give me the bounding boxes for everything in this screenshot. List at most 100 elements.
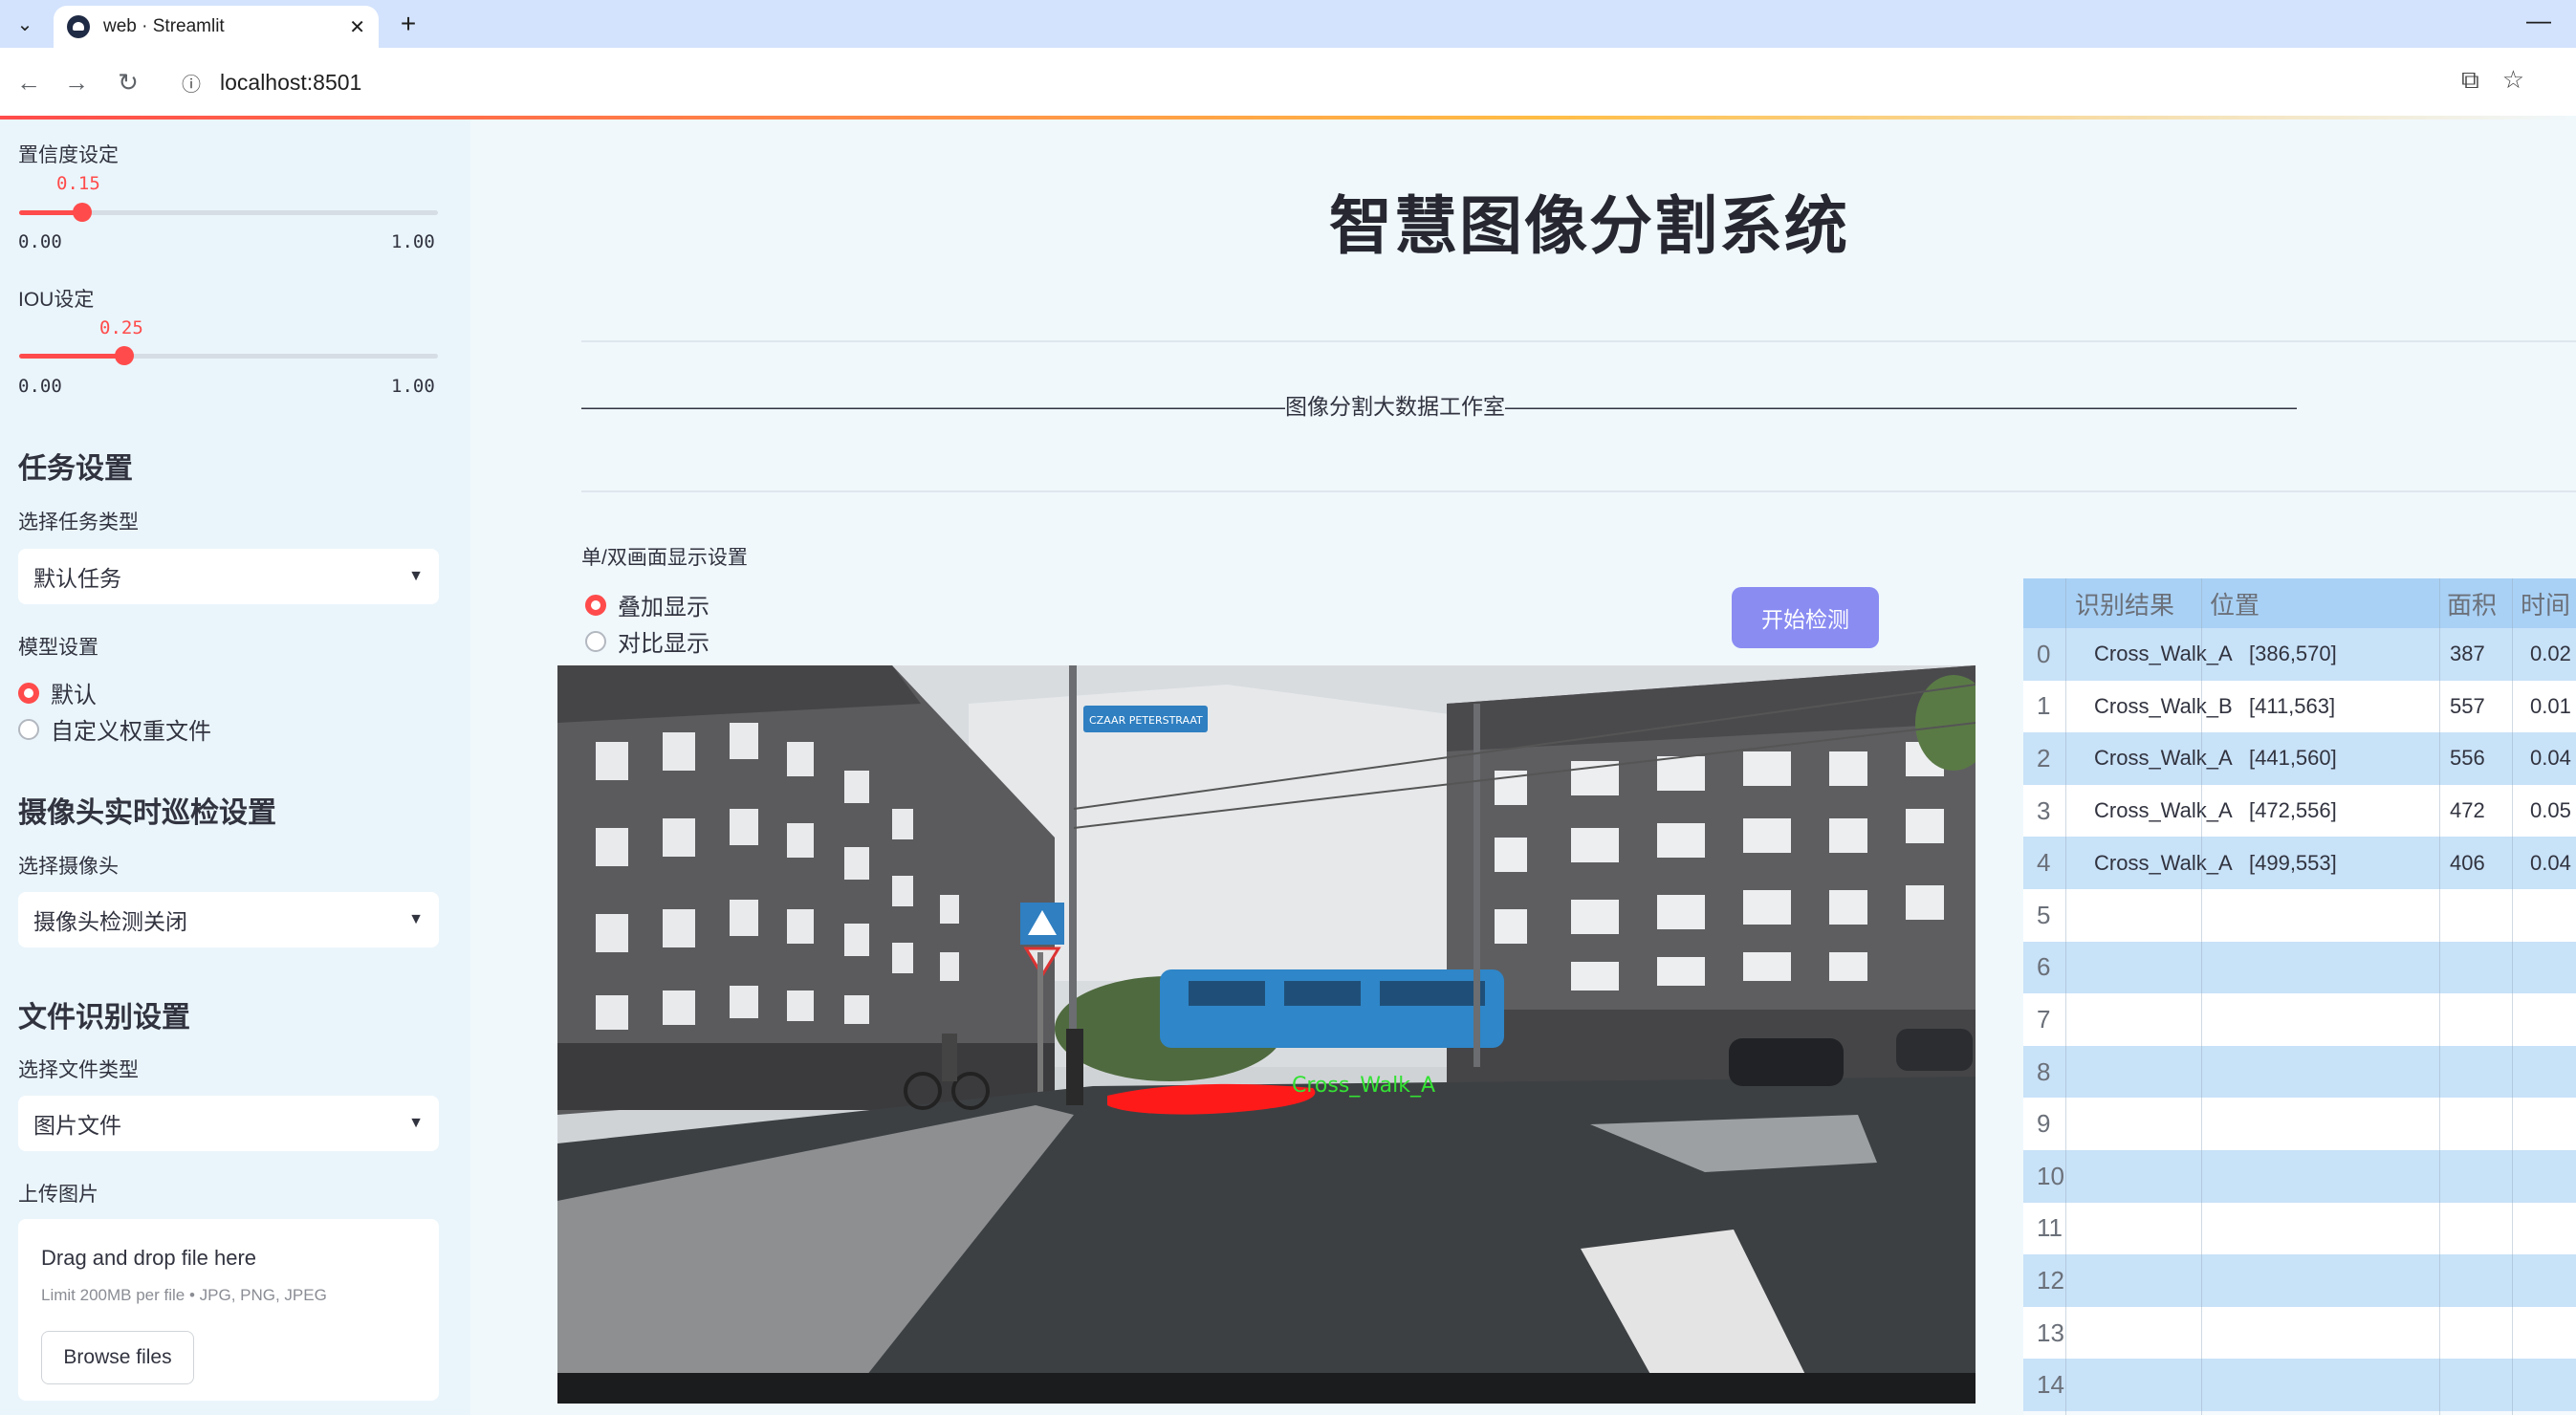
iou-label: IOU设定 [18,289,95,311]
chevron-down-icon: ▼ [408,568,424,584]
table-row[interactable]: 2 Cross_Walk_A [441,560] 556 0.04 [2023,732,2576,785]
row-index: 5 [2037,900,2051,929]
street-scene-svg: CZAAR PETERSTRAAT Cross_Walk_A [557,665,1976,1404]
camera-section-title: 摄像头实时巡检设置 [18,797,276,829]
table-row[interactable]: 13 [2023,1306,2576,1360]
site-info-icon[interactable]: ⓘ [172,63,210,101]
column-divider [2512,578,2513,1415]
results-table[interactable]: 识别结果 位置 面积 时间 0 Cross_Walk_A [386,570] 387 0… [2023,578,2576,1415]
table-row[interactable]: 11 [2023,1202,2576,1255]
url-text[interactable]: localhost:8501 [220,70,361,96]
header-position[interactable]: 位置 [2210,578,2259,628]
back-arrow-icon[interactable]: ← [11,65,46,99]
radio-selected-icon[interactable] [585,594,606,616]
radio-unselected-icon[interactable] [585,630,606,652]
radio-unselected-icon[interactable] [18,718,39,740]
start-detection-button[interactable]: 开始检测 [1732,587,1879,648]
model-label: 模型设置 [18,637,98,659]
cell-position: [411,563] [2249,693,2336,718]
cell-result: Cross_Walk_A [2094,850,2233,875]
table-row[interactable]: 12 [2023,1254,2576,1307]
upload-limit: Limit 200MB per file • JPG, PNG, JPEG [41,1286,327,1304]
file-uploader-dropzone[interactable]: Drag and drop file here Limit 200MB per … [18,1219,439,1401]
cell-area: 406 [2450,850,2485,875]
row-index: 9 [2037,1109,2051,1139]
reload-icon[interactable]: ↻ [111,65,145,99]
iou-slider-fill [19,354,124,359]
cell-time: 0.04 [2530,746,2571,771]
display-mode-label: 单/双画面显示设置 [581,547,748,569]
table-row[interactable]: 10 [2023,1150,2576,1203]
forward-arrow-icon[interactable]: → [59,65,94,99]
row-index: 1 [2037,691,2051,721]
header-result[interactable]: 识别结果 [2075,578,2174,628]
cell-time: 0.04 [2530,850,2571,875]
cell-result: Cross_Walk_B [2094,693,2233,718]
browser-tab-strip: ⌄ web · Streamlit ✕ + — [0,0,2576,48]
translate-icon[interactable]: ⧉ [2461,65,2479,96]
camera-select[interactable]: 摄像头检测关闭 ▼ [18,892,439,947]
table-row[interactable]: 0 Cross_Walk_A [386,570] 387 0.02 [2023,628,2576,681]
cell-result: Cross_Walk_A [2094,746,2233,771]
header-time[interactable]: 时间 [2521,578,2570,628]
window-minimize-icon[interactable]: — [2526,6,2551,35]
display-option-overlay: 叠加显示 [618,595,709,620]
table-row[interactable]: 4 Cross_Walk_A [499,553] 406 0.04 [2023,837,2576,889]
chevron-down-icon: ▼ [408,911,424,927]
cell-position: [386,570] [2249,642,2337,666]
page-title: 智慧图像分割系统 [1329,190,1849,261]
cell-time: 0.05 [2530,798,2571,823]
file-type-select[interactable]: 图片文件 ▼ [18,1096,439,1151]
tab-search-chevron-icon[interactable]: ⌄ [10,8,40,40]
radio-selected-icon[interactable] [18,682,39,704]
iou-slider[interactable] [19,346,438,365]
results-table-header: 识别结果 位置 面积 时间 [2023,578,2576,628]
header-area[interactable]: 面积 [2447,578,2497,628]
cell-time: 0.01 [2530,693,2571,718]
confidence-slider[interactable] [19,203,438,222]
upload-title: Drag and drop file here [41,1246,257,1270]
model-radio-default[interactable]: 默认 [18,676,97,709]
confidence-max: 1.00 [391,231,435,252]
confidence-label: 置信度设定 [18,144,119,166]
row-index: 4 [2037,848,2051,878]
task-type-select[interactable]: 默认任务 ▼ [18,549,439,604]
model-radio-custom[interactable]: 自定义权重文件 [18,712,211,746]
table-row[interactable]: 6 [2023,941,2576,994]
tab-title: web · Streamlit [103,16,225,36]
row-index: 8 [2037,1056,2051,1086]
row-index: 10 [2037,1161,2064,1190]
table-row[interactable]: 8 [2023,1045,2576,1099]
streamlit-favicon-icon [67,15,90,38]
confidence-slider-thumb[interactable] [72,203,92,222]
table-row[interactable]: 3 Cross_Walk_A [472,556] 472 0.05 [2023,784,2576,838]
iou-min: 0.00 [18,376,62,397]
cell-area: 557 [2450,693,2485,718]
file-section-title: 文件识别设置 [18,1002,190,1034]
table-row[interactable]: 14 [2023,1359,2576,1411]
divider [581,490,2576,492]
bookmark-star-icon[interactable]: ☆ [2502,65,2524,96]
car [1896,1029,1973,1071]
table-row[interactable]: 7 [2023,993,2576,1046]
iou-slider-thumb[interactable] [114,346,134,365]
task-type-label: 选择任务类型 [18,512,139,533]
column-divider [2201,578,2202,1415]
table-row[interactable]: 1 Cross_Walk_B [411,563] 557 0.01 [2023,680,2576,733]
table-row[interactable]: 9 [2023,1098,2576,1150]
model-option-custom: 自定义权重文件 [51,719,211,745]
address-bar: ← → ↻ ⓘ localhost:8501 ⧉ ☆ [0,48,2576,117]
model-option-default: 默认 [51,683,97,708]
file-type-label: 选择文件类型 [18,1059,139,1081]
table-row[interactable]: 5 [2023,889,2576,942]
new-tab-plus-icon[interactable]: + [392,8,425,40]
display-option-compare: 对比显示 [618,631,709,657]
url-omnibox[interactable]: ⓘ localhost:8501 ⧉ ☆ [168,57,2524,107]
task-section-title: 任务设置 [18,453,133,485]
display-radio-overlay[interactable]: 叠加显示 [585,588,709,621]
display-radio-compare[interactable]: 对比显示 [585,624,709,658]
tab-close-icon[interactable]: ✕ [349,15,365,39]
browser-tab[interactable]: web · Streamlit ✕ [54,6,379,48]
cell-result: Cross_Walk_A [2094,798,2233,823]
browse-files-button[interactable]: Browse files [41,1331,194,1384]
